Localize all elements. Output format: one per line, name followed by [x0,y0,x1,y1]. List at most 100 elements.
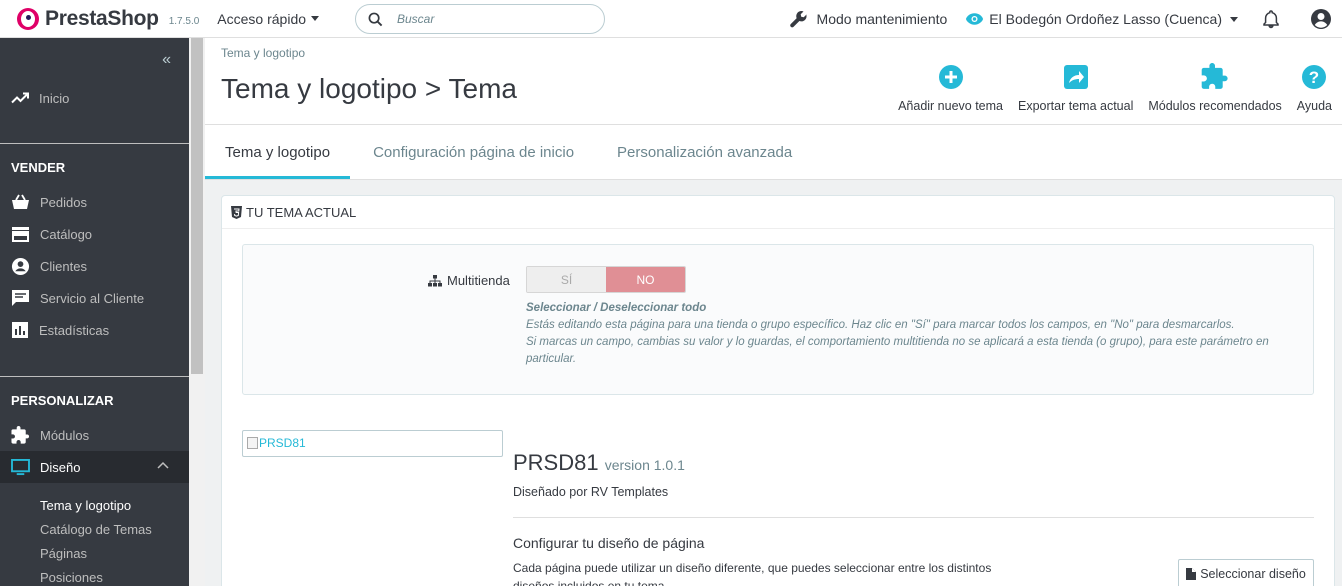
sidebar-sub-theme-logo[interactable]: Tema y logotipo [40,498,131,513]
tab-theme-logo[interactable]: Tema y logotipo [205,125,351,179]
desktop-icon [11,458,30,475]
page-title: Tema y logotipo > Tema [221,73,517,104]
broken-image-icon [247,437,258,449]
sidebar: « Inicio VENDER Pedidos Catálogo Cliente… [0,38,205,586]
sidebar-item-design[interactable]: Diseño [0,451,189,483]
store-icon [12,227,29,242]
eye-icon [966,13,984,25]
shop-name: El Bodegón Ordoñez Lasso (Cuenca) [989,11,1222,27]
sidebar-item-stats[interactable]: Estadísticas [0,314,189,346]
tool-label: Módulos recomendados [1148,99,1282,113]
shop-selector[interactable]: El Bodegón Ordoñez Lasso (Cuenca) [965,11,1238,27]
help-line: Estás editando esta página para una tien… [526,319,1235,331]
puzzle-icon [11,425,30,444]
caret-down-icon [311,16,320,21]
sidebar-item-modules[interactable]: Módulos [0,419,189,451]
page-header: Tema y logotipo Tema y logotipo > Tema A… [205,38,1342,125]
sidebar-item-label: Estadísticas [39,322,110,338]
select-layout-button[interactable]: Seleccionar diseño [1178,559,1314,586]
sidebar-scrollbar[interactable] [189,38,205,586]
sidebar-item-label: Clientes [40,258,87,274]
theme-preview-image: PRSD81 [242,430,503,457]
theme-version: version 1.0.1 [604,457,685,473]
help-icon: ? [1302,65,1327,89]
tool-label: Ayuda [1296,99,1332,113]
sidebar-item-label: Servicio al Cliente [40,290,145,306]
search-box[interactable] [355,4,605,34]
help-button[interactable]: ? Ayuda [1297,63,1332,113]
quick-access-dropdown[interactable]: Acceso rápido [217,11,320,27]
sidebar-item-home[interactable]: Inicio [0,82,189,114]
tabs: Tema y logotipo Configuración página de … [205,125,1342,180]
user-menu-button[interactable] [1310,8,1332,30]
theme-image-alt: PRSD81 [259,436,306,450]
maintenance-mode-link[interactable]: Modo mantenimiento [789,9,948,29]
sidebar-item-label: Catálogo [40,226,93,242]
recommended-modules-button[interactable]: Módulos recomendados [1148,63,1282,113]
sidebar-sub-pages[interactable]: Páginas [40,546,87,561]
sidebar-item-customers[interactable]: Clientes [0,250,189,282]
maintenance-label: Modo mantenimiento [816,11,948,27]
add-circle-icon [938,65,963,89]
logo[interactable]: PrestaShop 1.7.5.0 [17,7,199,31]
trending-up-icon [11,92,29,104]
sidebar-item-customer-service[interactable]: Servicio al Cliente [0,282,189,314]
toolbar: Añadir nuevo tema Exportar tema actual M… [898,63,1342,113]
caret-down-icon [1230,16,1238,22]
switch-no-option[interactable]: NO [606,267,685,292]
chevron-up-icon [157,461,169,469]
theme-author: Diseñado por RV Templates [513,485,669,499]
sidebar-sub-positions[interactable]: Posiciones [40,570,103,585]
top-bar: PrestaShop 1.7.5.0 Acceso rápido Modo ma… [0,0,1342,38]
add-theme-button[interactable]: Añadir nuevo tema [898,63,1003,113]
sidebar-item-label: Pedidos [40,194,87,210]
account-circle-icon [11,257,30,275]
tool-label: Añadir nuevo tema [898,99,1004,113]
current-theme-panel: TU TEMA ACTUAL Multitienda SÍ NO Selecci… [221,195,1335,586]
puzzle-icon [1201,63,1228,89]
help-line: Si marcas un campo, cambias su valor y l… [526,336,1269,365]
theme-name: PRSD81 version 1.0.1 [513,450,685,476]
multistore-switch[interactable]: SÍ NO [526,266,686,293]
tab-homepage-config[interactable]: Configuración página de inicio [353,125,594,179]
tab-advanced-customization[interactable]: Personalización avanzada [597,125,812,179]
sidebar-item-catalog[interactable]: Catálogo [0,218,189,250]
export-theme-button[interactable]: Exportar tema actual [1018,63,1133,113]
multistore-box: Multitienda SÍ NO Seleccionar / Deselecc… [242,244,1314,395]
sidebar-sub-theme-catalog[interactable]: Catálogo de Temas [40,522,152,537]
search-input[interactable] [397,12,577,26]
divider [513,517,1314,518]
share-icon [1063,65,1088,89]
bar-chart-icon [12,322,28,338]
collapse-sidebar-button[interactable]: « [162,51,171,69]
panel-title: TU TEMA ACTUAL [246,204,357,220]
version-label: 1.7.5.0 [168,15,200,27]
breadcrumb[interactable]: Tema y logotipo [221,46,305,60]
logo-text-label: PrestaShop [45,6,159,30]
sidebar-item-label: Inicio [39,90,70,106]
sidebar-scrollbar-thumb[interactable] [191,38,203,374]
chat-icon [12,290,29,306]
sidebar-item-orders[interactable]: Pedidos [0,186,189,218]
section-sell: VENDER [11,160,66,175]
select-layout-label: Seleccionar diseño [1200,567,1306,581]
panel-heading: TU TEMA ACTUAL [222,196,1334,229]
layout-config-title: Configurar tu diseño de página [513,535,705,551]
divider [0,376,189,377]
multistore-help: Seleccionar / Deseleccionar todo Estás e… [526,300,1306,368]
prestashop-logo-icon [17,7,39,30]
svg-text:?: ? [1309,68,1319,87]
multistore-label: Multitienda [428,273,510,288]
sidebar-item-label: Módulos [40,427,90,443]
section-customize: PERSONALIZAR [11,393,114,408]
html5-icon [231,205,242,219]
shopping-basket-icon [12,194,29,209]
user-avatar-icon [1311,9,1331,29]
layout-config-text: Cada página puede utilizar un diseño dif… [513,561,992,586]
logo-text: PrestaShop [45,7,159,31]
search-icon [368,12,383,26]
notifications-button[interactable] [1262,9,1280,29]
switch-yes-option[interactable]: SÍ [527,267,606,292]
file-icon [1186,568,1197,580]
help-title: Seleccionar / Deseleccionar todo [526,302,707,314]
